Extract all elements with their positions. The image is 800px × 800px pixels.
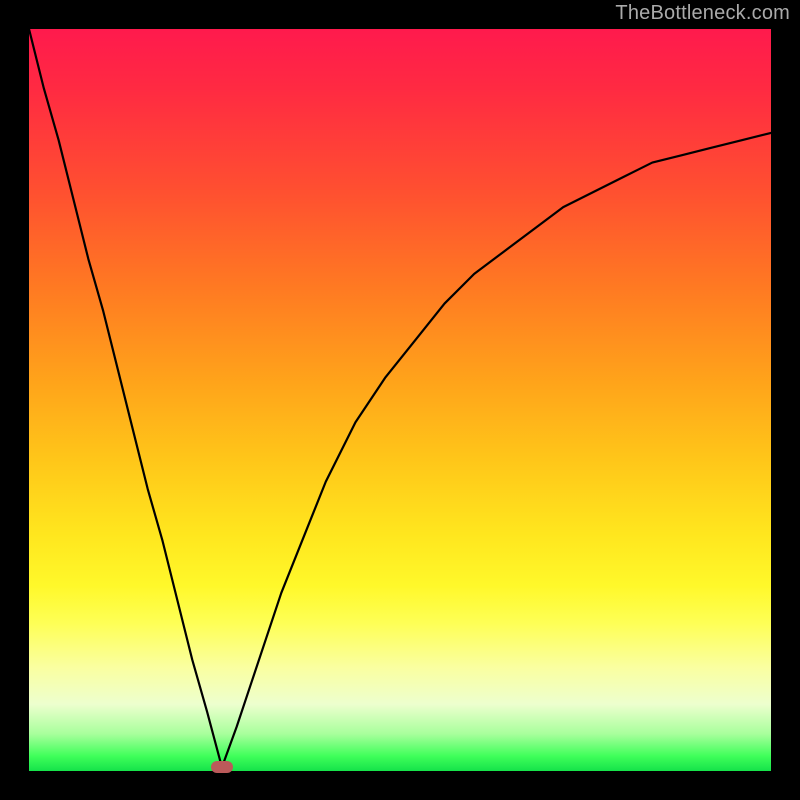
chart-frame: TheBottleneck.com (0, 0, 800, 800)
min-marker (211, 761, 233, 773)
plot-area (29, 29, 771, 771)
watermark-text: TheBottleneck.com (615, 2, 790, 25)
bottleneck-curve (29, 29, 771, 771)
